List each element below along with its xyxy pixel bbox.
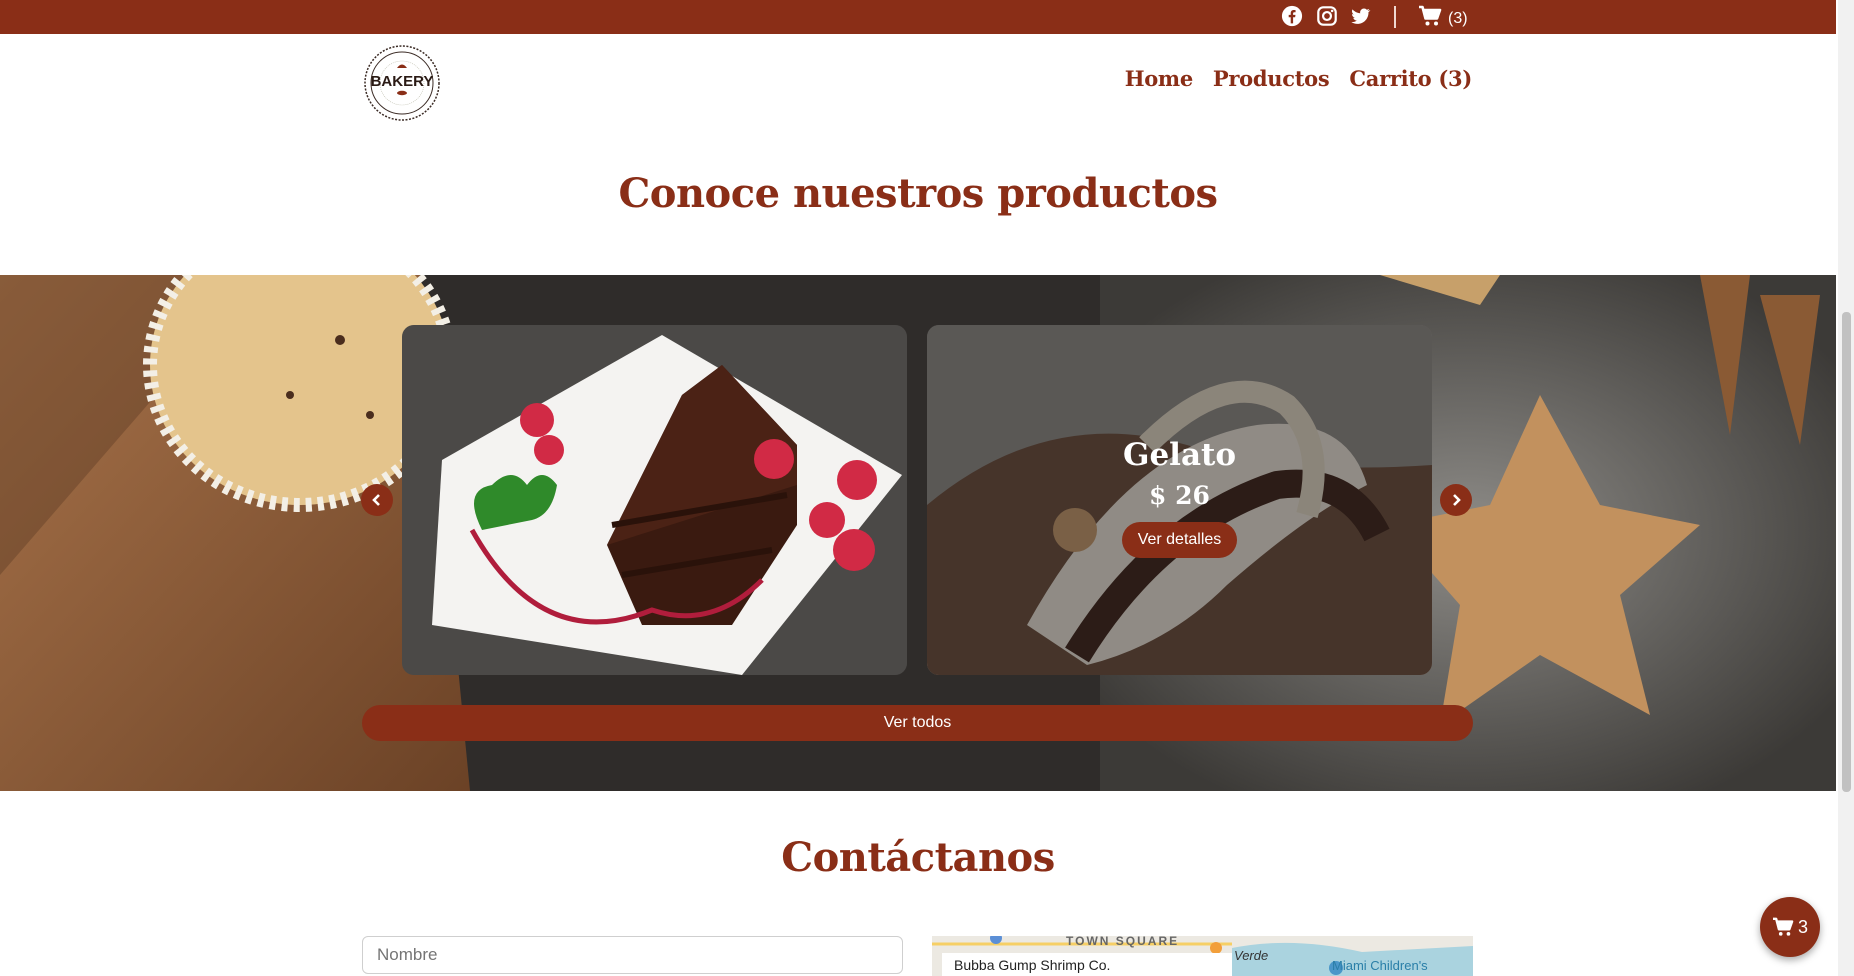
logo-text: BAKERY (370, 73, 434, 90)
bakery-logo[interactable]: BAKERY (363, 44, 441, 122)
view-details-button[interactable]: Ver detalles (1121, 521, 1238, 558)
divider (1394, 6, 1396, 28)
top-bar: (3) (0, 0, 1836, 34)
nav-productos[interactable]: Productos (1213, 66, 1330, 91)
view-all-button[interactable]: Ver todos (362, 705, 1473, 741)
product-name: Gelato (1122, 436, 1237, 473)
product-price: $ 26 (1149, 480, 1210, 510)
instagram-icon[interactable] (1316, 5, 1338, 27)
main-nav: Home Productos Carrito (3) (1125, 66, 1473, 91)
scrollbar-thumb[interactable] (1842, 312, 1851, 792)
floating-cart-button[interactable]: 3 (1760, 897, 1820, 957)
chocolate-cake-image (402, 325, 907, 675)
top-cart-link[interactable]: (3) (1418, 5, 1468, 32)
map-verde-label: Verde (1234, 948, 1269, 963)
header: BAKERY Home Productos Carrito (3) (0, 34, 1836, 134)
products-title: Conoce nuestros productos (618, 170, 1218, 217)
product-card-cake[interactable] (402, 325, 907, 675)
map-place-card: Bubba Gump Shrimp Co. (942, 953, 1232, 976)
chevron-left-icon (372, 494, 380, 506)
map-hospital-label: Miami Children's (1332, 958, 1428, 973)
floating-cart-count: 3 (1797, 916, 1808, 937)
twitter-icon[interactable] (1349, 5, 1371, 27)
facebook-icon[interactable] (1281, 5, 1303, 27)
carousel-next-button[interactable] (1440, 484, 1472, 516)
nav-home[interactable]: Home (1125, 66, 1194, 91)
chevron-right-icon (1453, 494, 1461, 506)
map-area-label: TOWN SQUARE (1066, 936, 1180, 948)
cart-icon (1418, 5, 1442, 32)
cart-icon (1772, 917, 1794, 936)
contact-title: Contáctanos (781, 834, 1055, 881)
location-map[interactable]: TOWN SQUARE Verde Miami Children's Bubba… (932, 936, 1473, 976)
product-card-gelato[interactable]: Gelato $ 26 Ver detalles (927, 325, 1432, 675)
product-overlay: Gelato $ 26 Ver detalles (927, 325, 1432, 675)
name-input[interactable] (362, 936, 903, 974)
carousel-prev-button[interactable] (361, 484, 393, 516)
top-cart-count: (3) (1448, 9, 1468, 27)
products-carousel: Gelato $ 26 Ver detalles Ver todos (0, 275, 1836, 791)
nav-carrito[interactable]: Carrito (3) (1349, 66, 1472, 91)
